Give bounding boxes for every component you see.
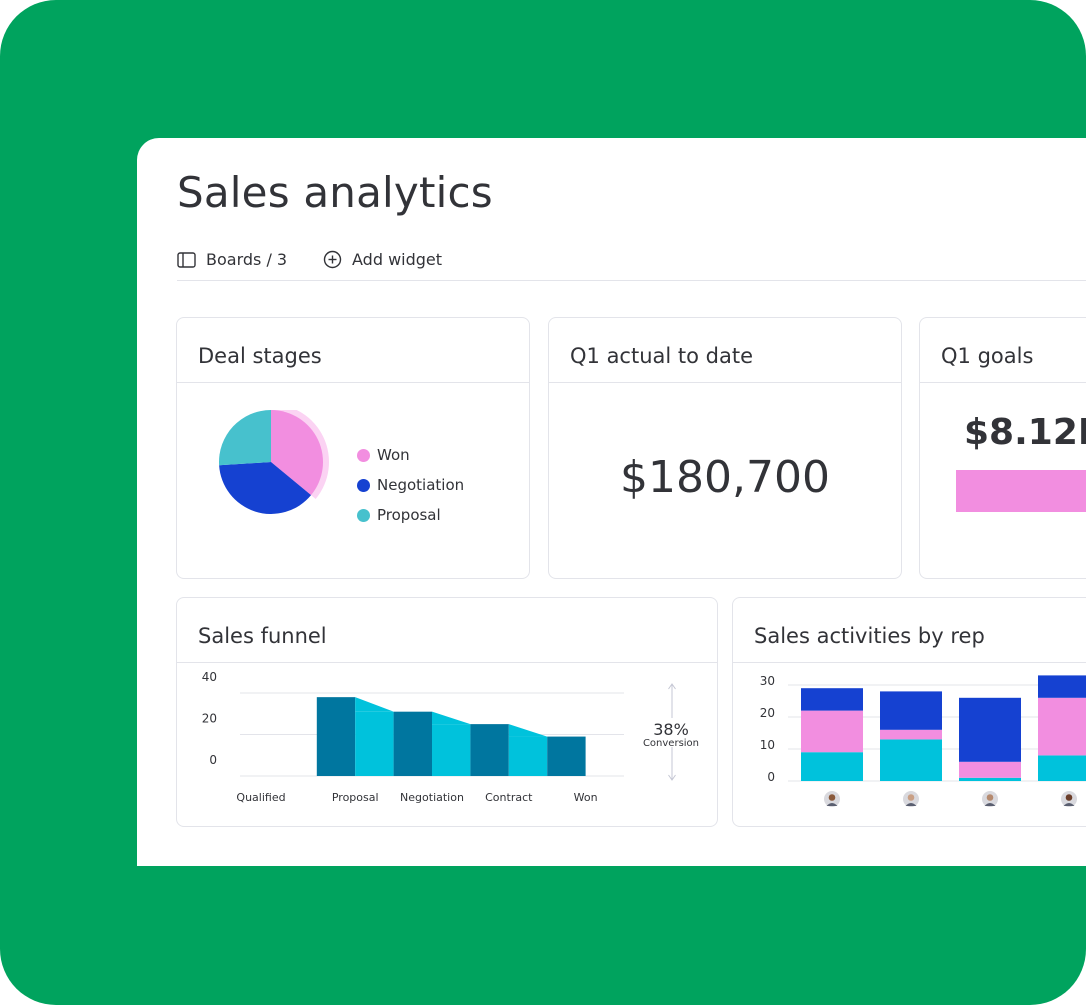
funnel-bar[interactable] bbox=[508, 736, 548, 776]
stack-segment[interactable] bbox=[1038, 675, 1086, 698]
stack-segment[interactable] bbox=[801, 710, 863, 753]
x-tick-label: Won bbox=[574, 791, 598, 804]
legend-item-proposal: Proposal bbox=[357, 500, 464, 530]
green-backdrop: Sales analytics Boards / 3 Add widget De… bbox=[0, 0, 1086, 1005]
sales-activities-widget[interactable]: Sales activities by rep 0 10 20 30 bbox=[732, 597, 1086, 827]
avatar-face-icon bbox=[828, 794, 836, 801]
legend-item-negotiation: Negotiation bbox=[357, 470, 464, 500]
x-tick-label: Contract bbox=[485, 791, 533, 804]
legend-label: Proposal bbox=[377, 506, 441, 524]
funnel-bar[interactable] bbox=[393, 711, 432, 776]
funnel-connector bbox=[432, 711, 471, 725]
add-widget-label: Add widget bbox=[352, 250, 443, 269]
stack-segment[interactable] bbox=[1038, 755, 1086, 781]
boards-button[interactable]: Boards / 3 bbox=[177, 250, 287, 269]
sales-funnel-chart: 0 20 40 Qualified Proposal Negotiation Contrac… bbox=[202, 670, 699, 804]
pie-legend: Won Negotiation Proposal bbox=[357, 440, 464, 530]
boards-icon bbox=[177, 251, 196, 268]
q1-goals-progress-bar bbox=[956, 470, 1086, 512]
stack-segment[interactable] bbox=[880, 739, 942, 781]
page-title: Sales analytics bbox=[177, 168, 493, 217]
y-tick-label: 30 bbox=[760, 674, 775, 688]
stack-segment[interactable] bbox=[959, 777, 1021, 781]
stack-segment[interactable] bbox=[1038, 697, 1086, 756]
y-tick-label: 20 bbox=[202, 712, 217, 726]
deal-stages-pie bbox=[219, 410, 329, 514]
funnel-bar[interactable] bbox=[355, 711, 394, 776]
funnel-bar[interactable] bbox=[316, 697, 356, 776]
q1-actual-widget[interactable]: Q1 actual to date $180,700 bbox=[548, 317, 902, 579]
funnel-bar[interactable] bbox=[470, 724, 509, 776]
y-tick-label: 20 bbox=[760, 706, 775, 720]
q1-actual-value: $180,700 bbox=[620, 452, 830, 503]
widget-title: Q1 goals bbox=[920, 318, 1086, 383]
y-tick-label: 10 bbox=[760, 738, 775, 752]
conversion-label: Conversion bbox=[643, 738, 699, 749]
avatar-face-icon bbox=[1065, 794, 1073, 801]
won-dot bbox=[357, 448, 370, 462]
stack-segment[interactable] bbox=[880, 729, 942, 740]
stack-segment[interactable] bbox=[801, 688, 863, 711]
q1-goals-value: $8.12M bbox=[964, 412, 1086, 453]
add-circle-icon bbox=[323, 250, 342, 269]
deal-stages-widget[interactable]: Deal stages Won Negotiation Proposal bbox=[176, 317, 530, 579]
y-tick-label: 40 bbox=[202, 670, 217, 684]
widget-title: Q1 actual to date bbox=[549, 318, 901, 383]
widget-title: Sales funnel bbox=[177, 598, 717, 663]
negotiation-dot bbox=[357, 478, 370, 492]
widget-title: Sales activities by rep bbox=[733, 598, 1086, 663]
boards-label: Boards / 3 bbox=[206, 250, 288, 269]
avatar-face-icon bbox=[986, 794, 994, 801]
x-tick-label: Negotiation bbox=[400, 791, 464, 804]
widget-title: Deal stages bbox=[177, 318, 529, 383]
sales-activities-chart: 0 10 20 30 bbox=[760, 674, 1086, 807]
legend-item-won: Won bbox=[357, 440, 464, 470]
funnel-bar[interactable] bbox=[547, 736, 586, 776]
stack-segment[interactable] bbox=[959, 697, 1021, 762]
legend-label: Negotiation bbox=[377, 476, 465, 494]
x-tick-label: Proposal bbox=[332, 791, 379, 804]
y-tick-label: 0 bbox=[209, 753, 217, 767]
y-tick-label: 0 bbox=[767, 770, 775, 784]
funnel-connector bbox=[508, 724, 548, 737]
legend-label: Won bbox=[377, 446, 410, 464]
funnel-connector bbox=[355, 697, 394, 712]
q1-goals-widget[interactable]: Q1 goals $8.12M bbox=[919, 317, 1086, 579]
dashboard-toolbar: Boards / 3 Add widget bbox=[177, 250, 1086, 281]
proposal-dot bbox=[357, 508, 370, 522]
funnel-bar[interactable] bbox=[432, 724, 471, 776]
dashboard-panel: Sales analytics Boards / 3 Add widget De… bbox=[137, 138, 1086, 866]
x-tick-label: Qualified bbox=[236, 791, 285, 804]
stack-segment[interactable] bbox=[959, 761, 1021, 778]
add-widget-button[interactable]: Add widget bbox=[323, 250, 442, 269]
stack-segment[interactable] bbox=[801, 752, 863, 781]
conversion-value: 38% bbox=[653, 720, 689, 739]
pie-slice-proposal[interactable] bbox=[219, 410, 271, 466]
sales-funnel-widget[interactable]: Sales funnel 0 20 40 Qualified Proposal Negot… bbox=[176, 597, 718, 827]
stack-segment[interactable] bbox=[880, 691, 942, 730]
avatar-face-icon bbox=[907, 794, 915, 801]
